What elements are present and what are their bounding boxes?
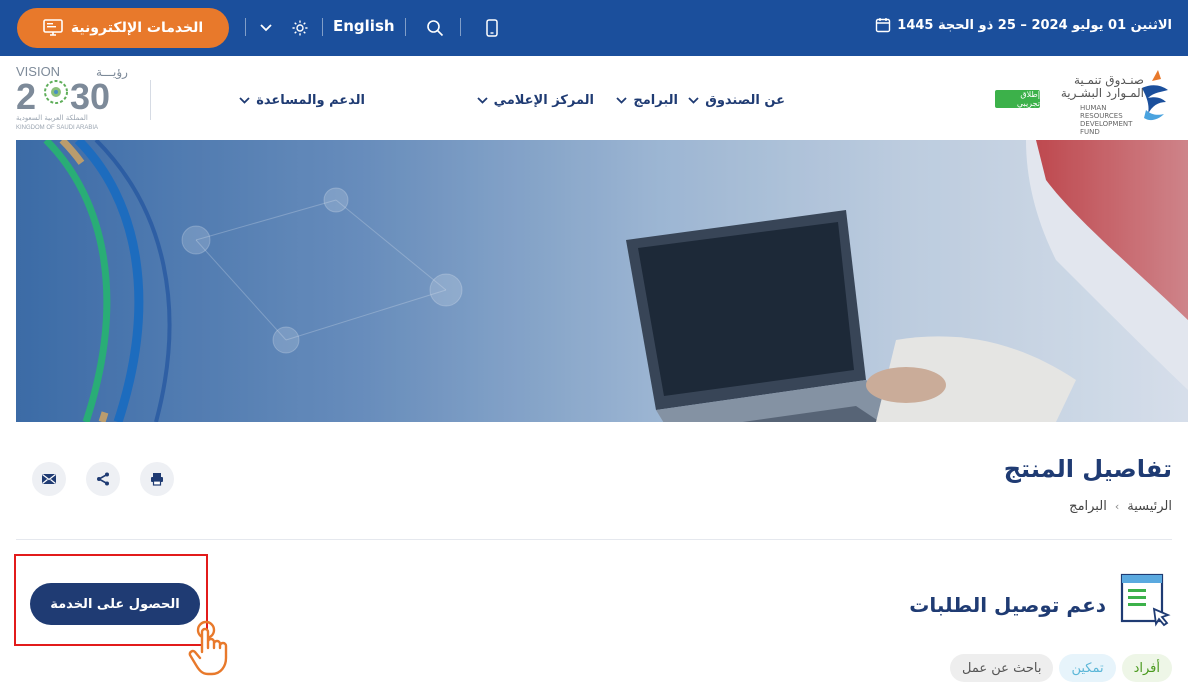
hrdf-name-ar: صنـدوق تنمـية المـوارد البشـرية	[1061, 74, 1144, 100]
date-text: الاثنين 01 يوليو 2024 – 25 ذو الحجة 1445	[897, 17, 1172, 33]
language-switch-link[interactable]: English	[333, 17, 395, 35]
separator	[405, 18, 406, 36]
hero-illustration	[16, 140, 1188, 422]
email-icon	[42, 474, 56, 484]
header-divider	[150, 80, 151, 120]
chevron-down-icon	[616, 96, 628, 104]
vision-kingdom-en: KINGDOM OF SAUDI ARABIA	[16, 125, 98, 131]
calendar-icon	[876, 18, 891, 33]
service-form-icon	[1120, 573, 1171, 627]
chevron-down-icon	[688, 96, 699, 104]
beta-badge: إطلاق تجريبي	[995, 90, 1040, 108]
tag-job-seeker[interactable]: باحث عن عمل	[950, 654, 1054, 682]
computer-icon	[43, 19, 63, 36]
eservices-button[interactable]: الخدمات الإلكترونية	[17, 8, 229, 48]
section-divider	[16, 539, 1172, 540]
nav-programs[interactable]: البرامج	[616, 90, 678, 110]
vision-year-30: 30	[70, 76, 110, 117]
chevron-down-icon[interactable]	[254, 16, 278, 40]
nav-label: البرامج	[633, 92, 678, 108]
accessibility-settings-icon[interactable]	[288, 16, 312, 40]
separator	[460, 18, 461, 36]
share-icon	[97, 472, 109, 486]
breadcrumb-home[interactable]: الرئيسية	[1127, 499, 1172, 514]
vision-2030-logo[interactable]: VISION رؤيـــة 2 30 المملكة العربية السع…	[16, 62, 142, 132]
current-date: الاثنين 01 يوليو 2024 – 25 ذو الحجة 1445	[875, 17, 1172, 33]
click-target-highlight	[14, 554, 208, 646]
pointer-hand-icon	[188, 620, 228, 676]
vision-year-2: 2	[16, 76, 36, 117]
print-icon	[151, 473, 163, 486]
nav-label: الدعم والمساعدة	[256, 92, 365, 108]
hero-banner	[16, 140, 1188, 422]
top-bar: الخدمات الإلكترونية English الاثنين 01 ي…	[0, 0, 1188, 56]
breadcrumb-separator: ›	[1114, 500, 1120, 513]
hrdf-name-en: HUMAN RESOURCES DEVELOPMENT FUND	[1080, 104, 1133, 136]
mobile-icon[interactable]	[480, 16, 504, 40]
tag-individuals[interactable]: أفراد	[1121, 654, 1172, 682]
breadcrumb: الرئيسية › البرامج	[1069, 499, 1172, 514]
nav-media-center[interactable]: المركز الإعلامي	[476, 90, 594, 110]
search-icon[interactable]	[423, 16, 447, 40]
share-button[interactable]	[86, 462, 120, 496]
nav-about-fund[interactable]: عن الصندوق	[688, 90, 785, 110]
service-title: دعم توصيل الطلبات	[909, 593, 1106, 617]
eservices-label: الخدمات الإلكترونية	[70, 20, 204, 36]
chevron-down-icon	[239, 96, 250, 104]
nav-label: المركز الإعلامي	[493, 92, 594, 108]
chevron-down-icon	[476, 96, 488, 104]
tag-tamkeen[interactable]: تمكين	[1059, 654, 1116, 682]
hrdf-name-line-2: المـوارد البشـرية	[1060, 86, 1144, 100]
page-title: تفاصيل المنتج	[1003, 455, 1172, 483]
print-button[interactable]	[140, 462, 174, 496]
breadcrumb-programs[interactable]: البرامج	[1069, 499, 1107, 514]
email-share-button[interactable]	[32, 462, 66, 496]
separator	[245, 18, 246, 36]
service-tags: أفراد تمكين باحث عن عمل	[950, 654, 1172, 682]
nav-label: عن الصندوق	[705, 92, 785, 108]
nav-support-help[interactable]: الدعم والمساعدة	[239, 90, 365, 110]
vision-kingdom-ar: المملكة العربية السعودية	[16, 114, 88, 122]
separator	[322, 18, 323, 36]
